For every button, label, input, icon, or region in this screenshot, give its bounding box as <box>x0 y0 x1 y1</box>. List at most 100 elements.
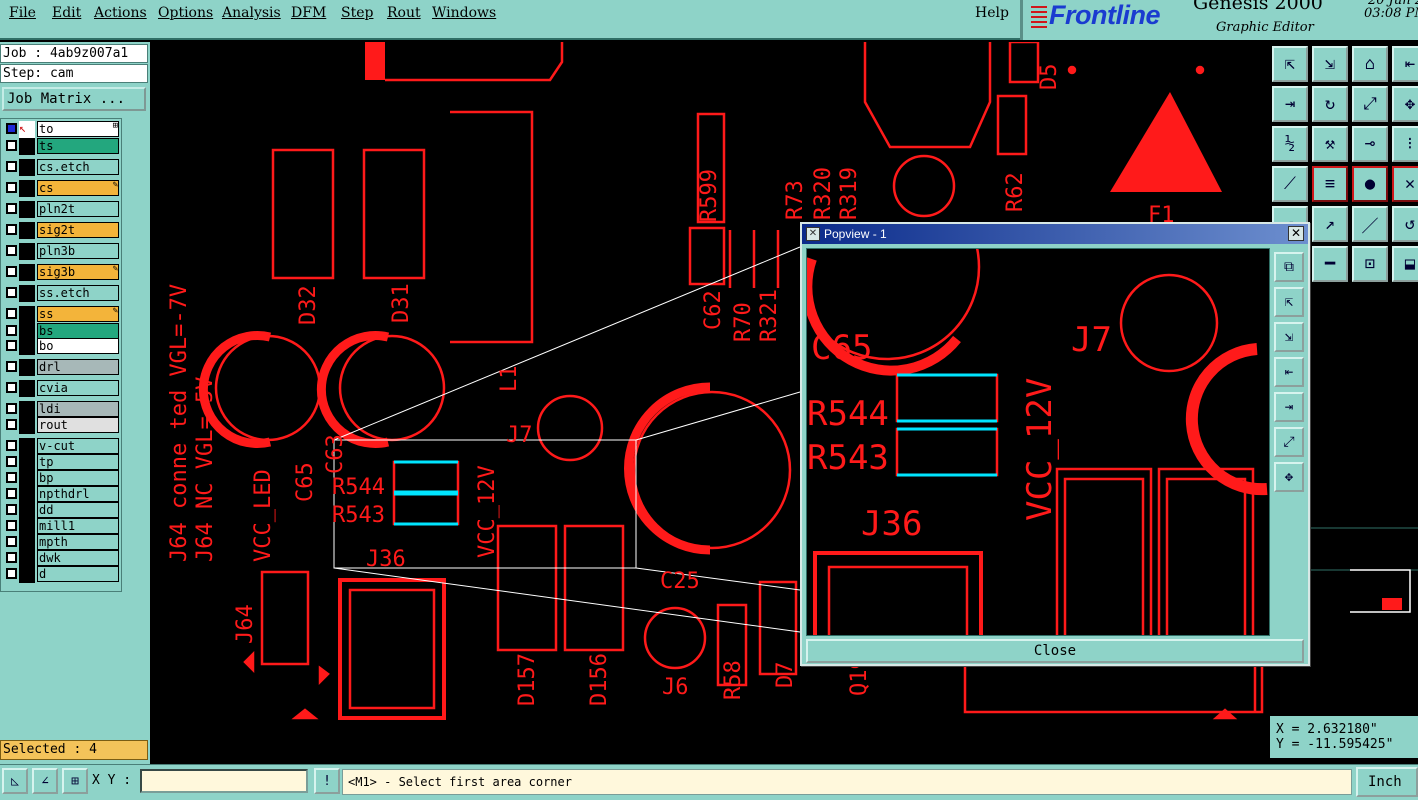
layer-row-sig2t[interactable]: sig2t <box>1 222 121 239</box>
layer-row-sig3b[interactable]: sig3b ✎ <box>1 264 121 281</box>
menu-windows[interactable]: Windows <box>432 5 496 21</box>
layer-row-to[interactable]: ↖ to ⊞ <box>1 121 121 138</box>
scale-1to2-icon[interactable]: ½ <box>1272 126 1308 162</box>
zoom-in-icon[interactable]: ⇱ <box>1274 287 1304 317</box>
layer-checkbox[interactable] <box>6 403 17 414</box>
layer-checkbox[interactable] <box>6 245 17 256</box>
layer-color-swatch[interactable] <box>19 243 35 260</box>
layer-checkbox[interactable] <box>6 287 17 298</box>
layer-name[interactable]: dd <box>37 502 119 518</box>
pan-icon[interactable]: ⇥ <box>1272 86 1308 122</box>
layer-name[interactable]: mill1 <box>37 518 119 534</box>
layer-color-swatch[interactable] <box>19 502 35 519</box>
layer-color-swatch[interactable] <box>19 201 35 218</box>
layer-row-pln3b[interactable]: pln3b <box>1 243 121 260</box>
layer-row-ts[interactable]: ts <box>1 138 121 155</box>
resize-icon[interactable]: ↺ <box>1392 206 1418 242</box>
layer-checkbox[interactable] <box>6 568 17 579</box>
layer-row-mill1[interactable]: mill1 <box>1 518 121 535</box>
job-matrix-button[interactable]: Job Matrix ... <box>2 87 146 111</box>
menu-file[interactable]: File <box>9 5 36 21</box>
layer-checkbox[interactable] <box>6 440 17 451</box>
menu-help[interactable]: Help <box>975 5 1009 21</box>
layer-name[interactable]: ts <box>37 138 119 154</box>
menu-actions[interactable]: Actions <box>94 5 147 21</box>
layer-color-swatch[interactable] <box>19 222 35 239</box>
layer-name[interactable]: cvia <box>37 380 119 396</box>
unit-button[interactable]: Inch <box>1356 767 1418 797</box>
layer-name[interactable]: v-cut <box>37 438 119 454</box>
layer-name[interactable]: tp <box>37 454 119 470</box>
layer-row-mpth[interactable]: mpth <box>1 534 121 551</box>
popview-close-button[interactable]: Close <box>806 639 1304 663</box>
zoom-center-icon[interactable]: ✥ <box>1274 462 1304 492</box>
menu-analysis[interactable]: Analysis <box>222 5 281 21</box>
layer-checkbox[interactable] <box>6 266 17 277</box>
menu-dfm[interactable]: DFM <box>291 5 326 21</box>
layer-checkbox[interactable] <box>6 123 17 134</box>
layer-row-d[interactable]: d <box>1 566 121 583</box>
exclamation-icon[interactable]: ! <box>314 768 340 794</box>
layer-color-swatch[interactable] <box>19 438 35 455</box>
layer-checkbox[interactable] <box>6 488 17 499</box>
layer-checkbox[interactable] <box>6 361 17 372</box>
pointer-icon[interactable]: ⬓ <box>1392 246 1418 282</box>
layer-color-swatch[interactable] <box>19 338 35 355</box>
layer-color-swatch[interactable] <box>19 486 35 503</box>
arc-icon[interactable]: ／ <box>1352 206 1388 242</box>
redraw-icon[interactable]: ↻ <box>1312 86 1348 122</box>
zoom-out-icon[interactable]: ⇲ <box>1274 322 1304 352</box>
layer-checkbox[interactable] <box>6 224 17 235</box>
layer-name[interactable]: sig2t <box>37 222 119 238</box>
zoom-move-icon[interactable]: ✥ <box>1392 86 1418 122</box>
zoom-prev-icon[interactable]: ⇤ <box>1274 357 1304 387</box>
layer-name[interactable]: pln2t <box>37 201 119 217</box>
layer-row-drl[interactable]: drl <box>1 359 121 376</box>
layer-name[interactable]: ldi <box>37 401 119 417</box>
layer-color-swatch[interactable] <box>19 180 35 197</box>
layer-color-swatch[interactable] <box>19 550 35 567</box>
layer-checkbox[interactable] <box>6 161 17 172</box>
layer-checkbox[interactable] <box>6 382 17 393</box>
layer-row-bo[interactable]: bo <box>1 338 121 355</box>
layer-name[interactable]: ss <box>37 306 119 322</box>
layer-row-rout[interactable]: rout <box>1 417 121 434</box>
ruler-icon[interactable]: ≡ <box>1312 166 1348 202</box>
layer-color-swatch[interactable] <box>19 518 35 535</box>
layer-row-ldi[interactable]: ldi <box>1 401 121 418</box>
circle-icon[interactable]: ● <box>1352 166 1388 202</box>
layer-name[interactable]: drl <box>37 359 119 375</box>
layer-row-dd[interactable]: dd <box>1 502 121 519</box>
layer-name[interactable]: dwk <box>37 550 119 566</box>
layer-name[interactable]: mpth <box>37 534 119 550</box>
layer-checkbox[interactable] <box>6 536 17 547</box>
layer-color-swatch[interactable] <box>19 264 35 281</box>
layer-checkbox[interactable] <box>6 140 17 151</box>
layer-checkbox[interactable] <box>6 325 17 336</box>
layer-color-swatch[interactable] <box>19 359 35 376</box>
zoom-next-icon[interactable]: ⇥ <box>1274 392 1304 422</box>
measure-icon[interactable]: ⚒ <box>1312 126 1348 162</box>
popview-canvas[interactable]: C65 J7 R544 R543 VCC_12V J36 <box>806 248 1270 636</box>
layer-name[interactable]: cs.etch <box>37 159 119 175</box>
layer-row-ss-etch[interactable]: ss.etch <box>1 285 121 302</box>
zoom-area-icon[interactable]: ⧉ <box>1274 252 1304 282</box>
layer-name[interactable]: npthdrl <box>37 486 119 502</box>
net-icon[interactable]: ⁝ <box>1392 126 1418 162</box>
cross-icon[interactable]: ✕ <box>1392 166 1418 202</box>
layer-color-swatch[interactable] <box>19 566 35 583</box>
layer-color-swatch[interactable] <box>19 454 35 471</box>
layer-name[interactable]: rout <box>37 417 119 433</box>
layer-checkbox[interactable] <box>6 472 17 483</box>
popview-titlebar[interactable]: ✕ Popview - 1 ✕ <box>802 224 1308 244</box>
menu-step[interactable]: Step <box>341 5 373 21</box>
close-icon[interactable]: ✕ <box>1288 226 1304 241</box>
layer-color-swatch[interactable] <box>19 417 35 434</box>
layer-row-tp[interactable]: tp <box>1 454 121 471</box>
layer-row-v-cut[interactable]: v-cut <box>1 438 121 455</box>
layer-name[interactable]: cs <box>37 180 119 196</box>
layer-name[interactable]: d <box>37 566 119 582</box>
menu-edit[interactable]: Edit <box>52 5 81 21</box>
grid-icon[interactable]: ⊞ <box>62 768 88 794</box>
layer-checkbox[interactable] <box>6 419 17 430</box>
